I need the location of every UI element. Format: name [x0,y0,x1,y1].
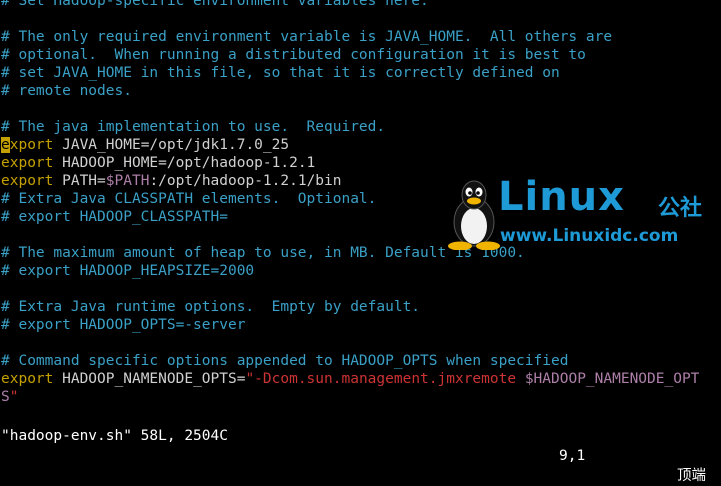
code-line[interactable]: # optional. When running a distributed c… [0,46,721,64]
watermark-brand-suffix: 公社 [658,196,703,221]
status-cursor-position: 9,1 [559,448,586,464]
code-token: S [1,389,10,405]
code-line[interactable]: S" [0,388,721,406]
code-token: # set JAVA_HOME in this file, so that it… [1,65,560,81]
code-token: # export HADOOP_CLASSPATH= [1,209,228,225]
code-token: PATH= [53,173,106,189]
code-token: :/opt/hadoop-1.2.1/bin [149,173,342,189]
code-token: # optional. When running a distributed c… [1,47,586,63]
code-token: JAVA_HOME=/opt/jdk1.7.0_25 [53,137,290,153]
status-file-info: "hadoop-env.sh" 58L, 2504C [1,428,228,444]
code-line[interactable]: # Command specific options appended to H… [0,352,721,370]
code-line[interactable]: # Extra Java runtime options. Empty by d… [0,298,721,316]
code-token: # The java implementation to use. Requir… [1,119,386,135]
code-token: # export HADOOP_OPTS=-server [1,317,246,333]
status-line: "hadoop-env.sh" 58L, 2504C 9,1 顶端 [0,406,721,484]
code-token: "-Dcom.sun.management.jmxremote [245,371,525,387]
status-scroll-position: 顶端 [677,468,706,484]
code-token: export [1,371,54,387]
code-token: xport [9,137,54,153]
code-token: # Set Hadoop-specific environment variab… [1,0,429,9]
code-line[interactable]: # export HADOOP_OPTS=-server [0,316,721,334]
code-token: $HADOOP_NAMENODE_OPT [524,371,700,387]
code-token: # Command specific options appended to H… [1,353,569,369]
code-token: HADOOP_HOME=/opt/hadoop-1.2.1 [53,155,316,171]
code-line[interactable]: # remote nodes. [0,82,721,100]
code-line[interactable]: # Set Hadoop-specific environment variab… [0,0,721,10]
code-line[interactable]: export JAVA_HOME=/opt/jdk1.7.0_25 [0,136,721,154]
code-token: export [1,155,54,171]
code-token: $PATH [105,173,150,189]
code-token: # The only required environment variable… [1,29,613,45]
code-token: # Extra Java CLASSPATH elements. Optiona… [1,191,377,207]
watermark-brand: Linux [498,174,625,220]
tux-penguin-icon [448,180,500,250]
code-line[interactable] [0,280,721,298]
code-token: # export HADOOP_HEAPSIZE=2000 [1,263,255,279]
code-token: # Extra Java runtime options. Empty by d… [1,299,421,315]
watermark-url: www.Linuxidc.com [500,226,679,246]
code-line[interactable]: export HADOOP_NAMENODE_OPTS="-Dcom.sun.m… [0,370,721,388]
code-line[interactable] [0,100,721,118]
code-line[interactable]: # The java implementation to use. Requir… [0,118,721,136]
code-line[interactable]: # export HADOOP_HEAPSIZE=2000 [0,262,721,280]
code-line[interactable]: # The only required environment variable… [0,28,721,46]
text-cursor: e [1,137,10,153]
code-token: export [1,173,54,189]
watermark-logo: Linux 公社 www.Linuxidc.com [444,174,721,252]
code-token: HADOOP_NAMENODE_OPTS= [53,371,246,387]
code-token: " [9,389,19,405]
code-line[interactable] [0,334,721,352]
code-line[interactable]: # set JAVA_HOME in this file, so that it… [0,64,721,82]
code-token: # remote nodes. [1,83,132,99]
code-line[interactable]: export HADOOP_HOME=/opt/hadoop-1.2.1 [0,154,721,172]
code-line[interactable] [0,10,721,28]
